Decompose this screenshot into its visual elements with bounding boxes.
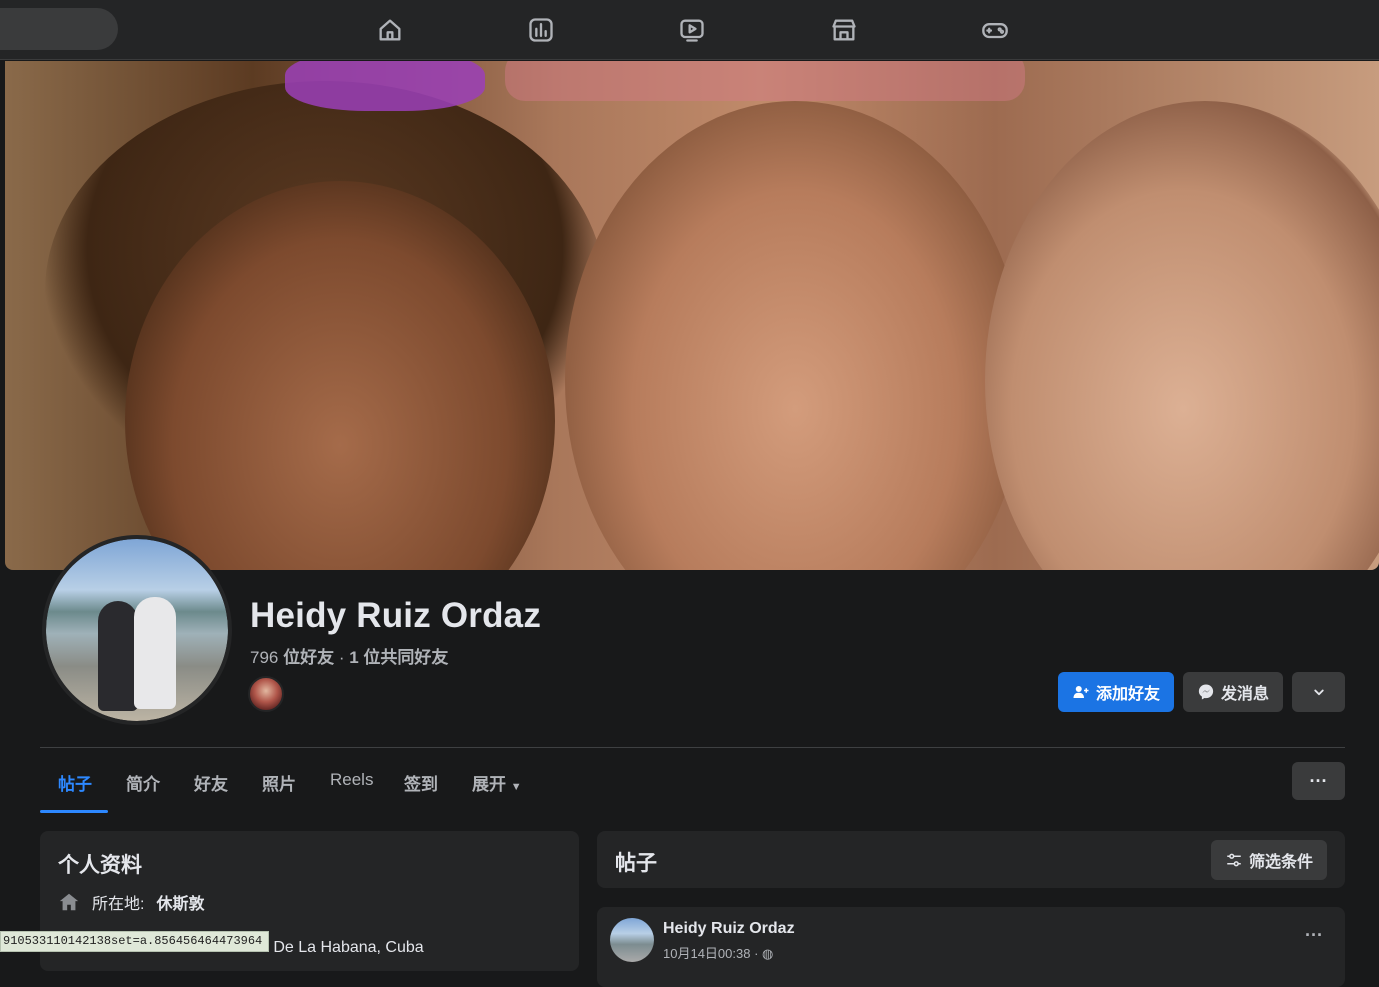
post-author-avatar[interactable]	[610, 918, 654, 962]
filter-label: 筛选条件	[1248, 854, 1313, 871]
intro-title: 个人资料	[58, 854, 142, 877]
caret-down-icon: ▼	[510, 781, 522, 793]
avatar-figure	[134, 597, 176, 709]
separator: ·	[338, 648, 345, 667]
friends-suffix: 位好友	[283, 648, 335, 667]
location-label: 所在地:	[92, 896, 145, 913]
tab-about[interactable]: 简介	[126, 770, 160, 795]
tab-more-label: 展开	[472, 775, 506, 794]
filter-button[interactable]: 筛选条件	[1211, 840, 1327, 880]
profile-avatar[interactable]	[42, 535, 232, 725]
profile-name: Heidy Ruiz Ordaz	[250, 596, 542, 635]
chevron-down-icon	[1313, 689, 1324, 696]
header-divider	[40, 747, 1345, 748]
location-value[interactable]: 休斯敦	[156, 890, 204, 914]
friends-count: 796	[250, 648, 279, 667]
gaming-icon[interactable]	[977, 12, 1013, 48]
top-navigation-bar	[0, 0, 1379, 60]
mutual-friend-avatar[interactable]	[248, 676, 284, 712]
post-timestamp[interactable]: 10月14日00:38 · ◍	[663, 943, 773, 962]
posts-title: 帖子	[615, 852, 657, 875]
posts-header-card: 帖子 筛选条件	[597, 831, 1345, 888]
tab-checkins[interactable]: 签到	[404, 770, 438, 795]
avatar-figure	[98, 601, 138, 711]
browser-status-url: 910533110142138set=a.856456464473964	[0, 931, 270, 952]
video-icon[interactable]	[674, 12, 710, 48]
post-options-button[interactable]: ···	[1305, 925, 1323, 946]
message-label: 发消息	[1220, 686, 1269, 703]
cover-photo-detail	[985, 101, 1379, 570]
home-icon	[59, 893, 79, 911]
more-actions-button[interactable]	[1292, 672, 1345, 712]
add-friend-button[interactable]: 添加好友	[1058, 672, 1174, 712]
messenger-icon	[1198, 684, 1214, 700]
tab-more[interactable]: 展开 ▼	[472, 770, 522, 795]
active-tab-indicator	[40, 810, 108, 813]
location-row: 所在地: 休斯敦	[58, 890, 204, 914]
tab-reels[interactable]: Reels	[330, 770, 373, 790]
profile-options-button[interactable]: ···	[1292, 762, 1345, 800]
mutual-friends: 1 位共同好友	[349, 648, 449, 667]
cover-photo[interactable]	[5, 61, 1379, 570]
tab-friends[interactable]: 好友	[194, 770, 228, 795]
add-friend-label: 添加好友	[1095, 686, 1160, 703]
cover-photo-detail	[505, 61, 1025, 101]
tab-posts[interactable]: 帖子	[58, 770, 92, 795]
hometown-text[interactable]: d De La Habana, Cuba	[260, 939, 424, 957]
dashboard-icon[interactable]	[523, 12, 559, 48]
post-card: Heidy Ruiz Ordaz 10月14日00:38 · ◍ ···	[597, 907, 1345, 987]
add-friend-icon	[1073, 686, 1089, 698]
post-time-text: 10月14日00:38 ·	[663, 946, 763, 961]
avatar-image	[46, 539, 228, 721]
tab-photos[interactable]: 照片	[262, 770, 296, 795]
post-author-name[interactable]: Heidy Ruiz Ordaz	[663, 920, 795, 938]
friends-summary[interactable]: 796 位好友 · 1 位共同好友	[250, 643, 448, 668]
home-icon[interactable]	[372, 12, 408, 48]
cover-photo-detail	[285, 61, 485, 111]
marketplace-icon[interactable]	[826, 12, 862, 48]
cover-photo-detail	[565, 101, 1025, 570]
filter-sliders-icon	[1227, 853, 1241, 867]
message-button[interactable]: 发消息	[1183, 672, 1283, 712]
audience-globe-icon: ◍	[762, 946, 774, 961]
search-bar[interactable]	[0, 8, 118, 50]
